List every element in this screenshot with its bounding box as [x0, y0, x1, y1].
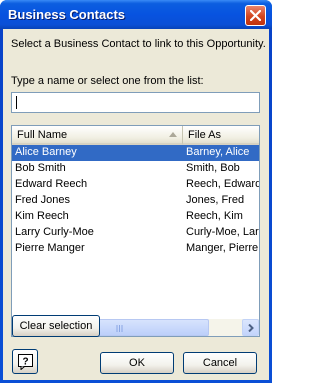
list-row[interactable]: Bob Smith Smith, Bob — [12, 161, 259, 177]
cell-file-as: Barney, Alice — [183, 145, 259, 161]
cell-file-as: Manger, Pierre — [186, 242, 259, 254]
scroll-right-button[interactable] — [242, 319, 259, 336]
column-header-file-as[interactable]: File As — [183, 126, 259, 145]
cell-file-as: Reech, Kim — [186, 210, 243, 222]
cell-full-name: Larry Curly-Moe — [15, 226, 94, 238]
sort-ascending-icon — [169, 132, 177, 137]
list-row[interactable]: Kim Reech Reech, Kim — [12, 209, 259, 225]
help-icon: ? — [18, 354, 33, 370]
clear-selection-button[interactable]: Clear selection — [12, 315, 100, 337]
cell-full-name: Pierre Manger — [15, 242, 85, 254]
contacts-list[interactable]: Full Name File As Alice Barney Barney, A… — [11, 125, 260, 337]
list-row[interactable]: Pierre Manger Manger, Pierre — [12, 241, 259, 257]
close-button[interactable] — [245, 5, 266, 26]
name-search-input[interactable] — [11, 92, 260, 113]
help-button[interactable]: ? — [12, 349, 38, 374]
cell-file-as: Curly-Moe, Larry — [186, 226, 260, 238]
text-caret — [16, 96, 17, 109]
list-row[interactable]: Alice Barney Barney, Alice — [12, 145, 259, 161]
dialog-body: Select a Business Contact to link to thi… — [3, 29, 269, 380]
cell-full-name: Bob Smith — [15, 162, 66, 174]
cell-file-as: Smith, Bob — [186, 162, 240, 174]
column-header-full-name[interactable]: Full Name — [12, 126, 183, 145]
close-icon — [250, 10, 261, 21]
cell-full-name: Edward Reech — [15, 178, 88, 190]
cell-full-name: Kim Reech — [15, 210, 69, 222]
window-title: Business Contacts — [8, 7, 126, 22]
ok-button[interactable]: OK — [100, 352, 174, 374]
title-bar[interactable]: Business Contacts — [0, 0, 272, 29]
list-header: Full Name File As — [12, 126, 259, 145]
dialog-window: Business Contacts Select a Business Cont… — [0, 0, 272, 383]
cell-full-name: Alice Barney — [12, 145, 183, 161]
cell-full-name: Fred Jones — [15, 194, 71, 206]
list-row[interactable]: Edward Reech Reech, Edward — [12, 177, 259, 193]
list-row[interactable]: Fred Jones Jones, Fred — [12, 193, 259, 209]
grip-icon — [116, 325, 123, 332]
list-row[interactable]: Larry Curly-Moe Curly-Moe, Larry — [12, 225, 259, 241]
search-label: Type a name or select one from the list: — [11, 75, 204, 87]
list-body: Alice Barney Barney, Alice Bob Smith Smi… — [12, 145, 259, 319]
instruction-text: Select a Business Contact to link to thi… — [11, 38, 266, 50]
cell-file-as: Jones, Fred — [186, 194, 245, 206]
svg-text:?: ? — [22, 357, 28, 368]
chevron-right-icon — [248, 324, 254, 332]
cancel-button[interactable]: Cancel — [183, 352, 257, 374]
cell-file-as: Reech, Edward — [186, 178, 260, 190]
